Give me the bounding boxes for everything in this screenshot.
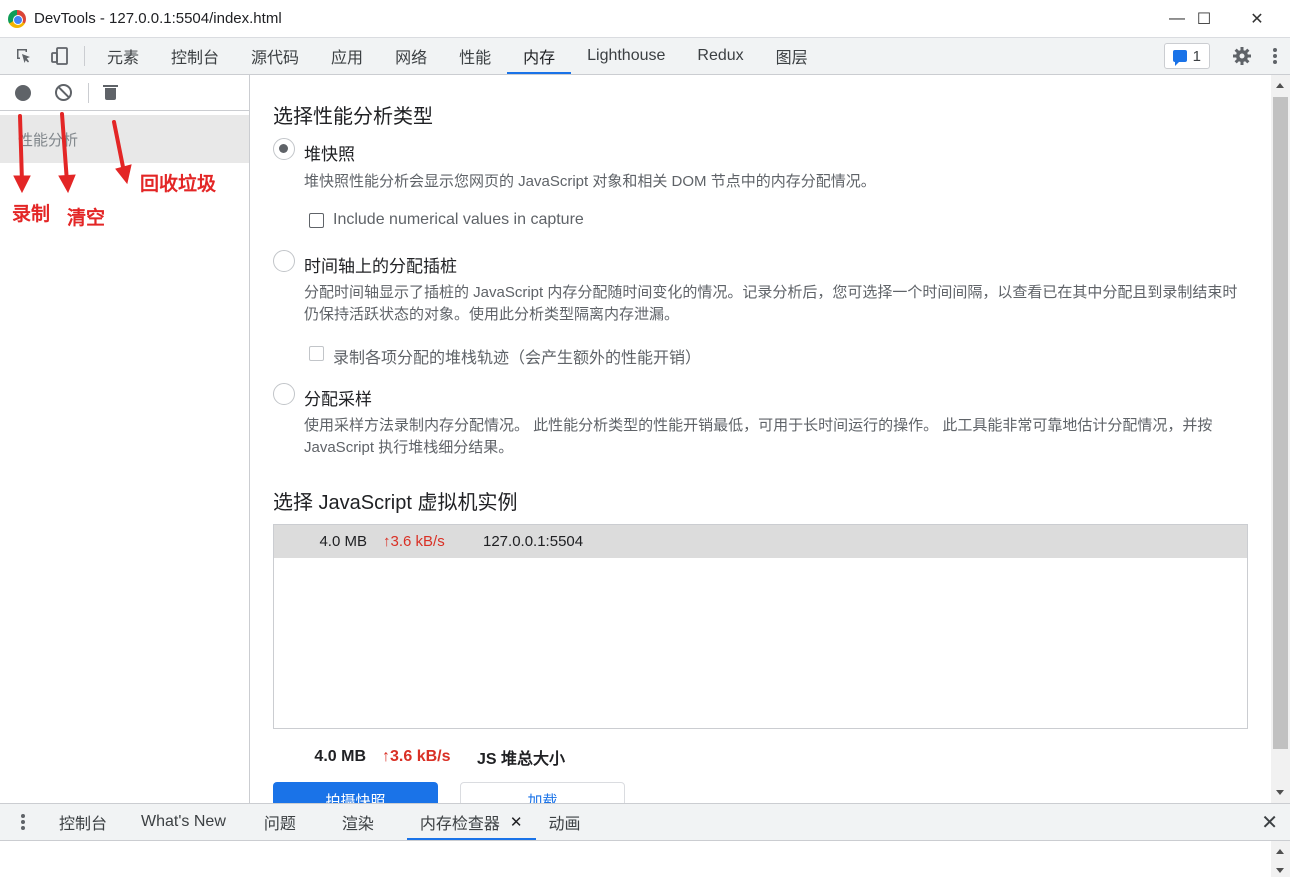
- include-numerical-checkbox[interactable]: [309, 213, 324, 228]
- content-scrollbar[interactable]: [1271, 75, 1290, 803]
- drawer-tab-bar: 控制台 What's New 问题 渲染 内存检查器 ✕ 动画 ✕: [0, 803, 1290, 841]
- device-toolbar-icon[interactable]: [42, 38, 78, 74]
- radio-heap-snapshot[interactable]: [273, 138, 295, 160]
- toolbar-right-tools: 1: [1163, 38, 1290, 74]
- drawer-tab-rendering[interactable]: 渲染: [329, 804, 387, 840]
- drawer-scroll-up-icon[interactable]: [1276, 849, 1284, 854]
- main-tab-bar: 元素 控制台 源代码 应用 网络 性能 内存 Lighthouse Redux …: [0, 38, 1290, 75]
- tab-sources[interactable]: 源代码: [235, 38, 315, 74]
- drawer-menu-icon[interactable]: [0, 804, 46, 840]
- tab-redux[interactable]: Redux: [681, 38, 759, 74]
- scroll-thumb[interactable]: [1273, 97, 1288, 749]
- vm-instance-url: 127.0.0.1:5504: [483, 533, 584, 550]
- js-heap-totals: 4.0 MB ↑3.6 kB/s JS 堆总大小: [273, 745, 565, 769]
- drawer-tab-animations[interactable]: 动画: [536, 804, 594, 840]
- collect-garbage-button[interactable]: [95, 78, 125, 108]
- drawer-tab-whats-new[interactable]: What's New: [128, 804, 239, 840]
- vm-heading: 选择 JavaScript 虚拟机实例: [273, 492, 518, 514]
- issues-badge-button[interactable]: 1: [1163, 43, 1210, 69]
- allocation-timeline-label[interactable]: 时间轴上的分配插桩: [304, 252, 457, 277]
- record-stack-traces-label[interactable]: 录制各项分配的堆栈轨迹（会产生额外的性能开销）: [333, 344, 701, 368]
- annotation-record-label: 录制: [12, 204, 51, 225]
- heap-snapshot-label[interactable]: 堆快照: [304, 140, 355, 165]
- annotation-clear-label: 清空: [67, 208, 106, 229]
- allocation-timeline-desc: 分配时间轴显示了插桩的 JavaScript 内存分配随时间变化的情况。记录分析…: [304, 284, 1238, 323]
- maximize-button[interactable]: ☐: [1174, 0, 1234, 38]
- memory-panel-content: 选择性能分析类型 堆快照 堆快照性能分析会显示您网页的 JavaScript 对…: [251, 75, 1271, 803]
- record-button[interactable]: [8, 78, 38, 108]
- drawer-scrollbar[interactable]: [1271, 841, 1290, 877]
- radio-allocation-timeline[interactable]: [273, 250, 295, 272]
- heap-snapshot-desc: 堆快照性能分析会显示您网页的 JavaScript 对象和相关 DOM 节点中的…: [304, 173, 876, 190]
- tab-lighthouse[interactable]: Lighthouse: [571, 38, 681, 74]
- annotation-arrows: [13, 112, 132, 194]
- scroll-down-arrow-icon[interactable]: [1276, 790, 1284, 795]
- radio-allocation-sampling[interactable]: [273, 383, 295, 405]
- vm-instance-row[interactable]: 4.0 MB ↑3.6 kB/s 127.0.0.1:5504: [274, 525, 1247, 558]
- window-title: DevTools - 127.0.0.1:5504/index.html: [34, 10, 282, 27]
- sidebar-divider: [88, 82, 89, 103]
- issues-count: 1: [1192, 47, 1201, 65]
- inspect-element-icon[interactable]: [6, 38, 42, 74]
- drawer-tab-issues[interactable]: 问题: [251, 804, 309, 840]
- allocation-sampling-desc: 使用采样方法录制内存分配情况。 此性能分析类型的性能开销最低，可用于长时间运行的…: [304, 417, 1213, 456]
- chrome-logo-icon: [8, 9, 26, 28]
- allocation-sampling-label[interactable]: 分配采样: [304, 385, 372, 410]
- tab-layers[interactable]: 图层: [760, 38, 824, 74]
- drawer-body: [0, 841, 1271, 877]
- memory-inspector-close-icon[interactable]: ✕: [510, 813, 523, 831]
- include-numerical-label[interactable]: Include numerical values in capture: [333, 211, 584, 229]
- sidebar-toolbar: [0, 75, 249, 111]
- total-heap-rate: ↑3.6 kB/s: [382, 748, 451, 765]
- load-button[interactable]: 加载: [460, 782, 625, 803]
- drawer-tab-console[interactable]: 控制台: [46, 804, 120, 840]
- memory-inspector-label: 内存检查器: [419, 816, 500, 833]
- record-icon: [15, 84, 31, 101]
- tab-network[interactable]: 网络: [379, 38, 443, 74]
- clear-button[interactable]: [48, 78, 78, 108]
- annotation-gc-label: 回收垃圾: [140, 174, 217, 195]
- tab-console[interactable]: 控制台: [155, 38, 235, 74]
- trash-icon: [102, 85, 118, 100]
- close-window-button[interactable]: ✕: [1227, 0, 1287, 38]
- scroll-up-arrow-icon[interactable]: [1276, 83, 1284, 88]
- drawer-tab-memory-inspector[interactable]: 内存检查器 ✕: [406, 804, 536, 840]
- issues-chat-icon: [1172, 50, 1187, 66]
- title-bar: DevTools - 127.0.0.1:5504/index.html — ☐…: [0, 0, 1290, 38]
- record-stack-traces-checkbox[interactable]: [309, 346, 324, 361]
- clear-icon: [54, 84, 72, 101]
- tab-application[interactable]: 应用: [315, 38, 379, 74]
- vm-instance-size: 4.0 MB: [319, 533, 367, 550]
- tab-performance[interactable]: 性能: [443, 38, 507, 74]
- toolbar-divider: [84, 46, 85, 66]
- profile-type-heading: 选择性能分析类型: [273, 106, 433, 128]
- drawer-close-icon[interactable]: ✕: [1261, 804, 1278, 841]
- tab-elements[interactable]: 元素: [91, 38, 155, 74]
- tab-memory[interactable]: 内存: [507, 38, 572, 74]
- more-options-icon[interactable]: [1260, 46, 1290, 66]
- take-snapshot-button[interactable]: 拍摄快照: [273, 782, 438, 803]
- total-heap-label: JS 堆总大小: [477, 751, 566, 768]
- total-heap-size: 4.0 MB: [314, 748, 366, 765]
- vm-instance-list: 4.0 MB ↑3.6 kB/s 127.0.0.1:5504: [273, 524, 1248, 729]
- vm-instance-rate: ↑3.6 kB/s: [383, 533, 445, 550]
- drawer-scroll-down-icon[interactable]: [1276, 868, 1284, 873]
- settings-gear-icon[interactable]: [1224, 46, 1260, 66]
